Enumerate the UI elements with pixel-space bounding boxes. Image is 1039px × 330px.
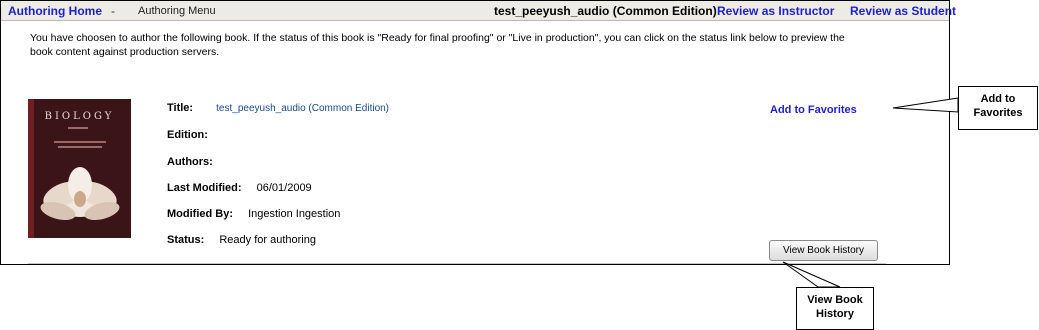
callout-favorites-line2: Favorites: [973, 107, 1023, 119]
history-pointer: [782, 261, 841, 288]
callout-favorites-line1: Add to: [980, 93, 1016, 105]
add-to-favorites-callout: Add to Favorites: [958, 86, 1038, 130]
callout-history-line2: History: [816, 308, 854, 320]
callout-pointers: [782, 97, 959, 288]
favorites-pointer: [892, 97, 959, 113]
callout-history-line1: View Book: [807, 294, 863, 306]
view-book-history-callout: View Book History: [796, 287, 874, 330]
